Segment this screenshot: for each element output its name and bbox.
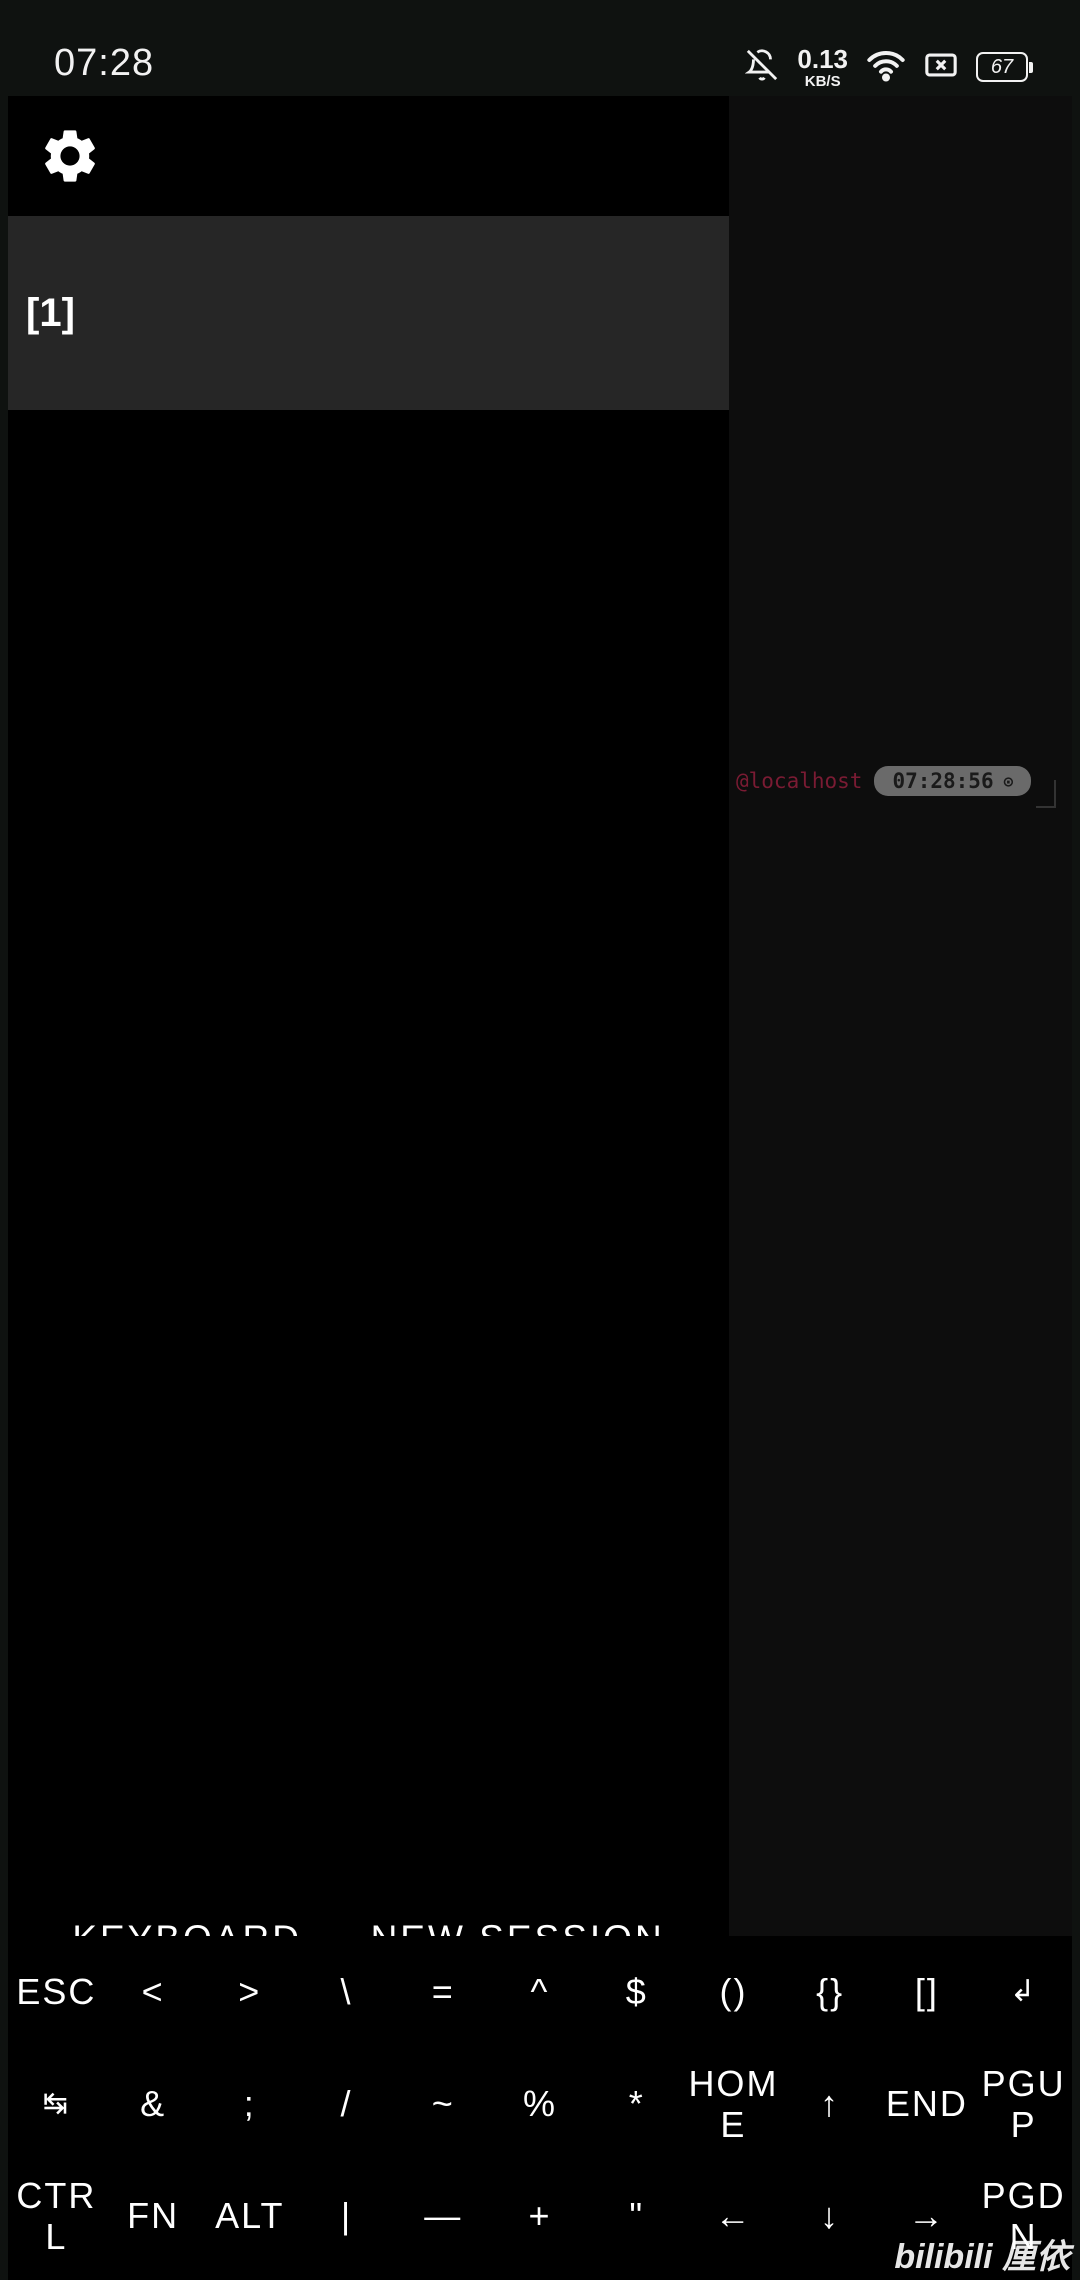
key-greater-than[interactable]: > xyxy=(201,1936,298,2048)
key-esc[interactable]: ESC xyxy=(8,1936,105,2048)
extra-keys-bar: ESC < > \ = ^ $ () {} [] ↲ ↹ & ; / ~ % *… xyxy=(8,1936,1072,2280)
key-tilde[interactable]: ~ xyxy=(395,2048,492,2160)
key-backslash[interactable]: \ xyxy=(298,1936,395,2048)
sim-off-icon xyxy=(924,50,958,85)
network-speed: 0.13 KB/S xyxy=(797,46,848,89)
status-bar: 07:28 0.13 KB/S 67 xyxy=(0,0,1080,96)
key-arrow-down[interactable]: ↓ xyxy=(782,2160,879,2272)
gear-icon[interactable] xyxy=(38,124,102,188)
wifi-icon xyxy=(866,48,906,87)
network-speed-unit: KB/S xyxy=(804,72,841,90)
bell-off-icon xyxy=(744,48,779,87)
key-parentheses[interactable]: () xyxy=(685,1936,782,2048)
bilibili-watermark: bilibili 厘依 xyxy=(894,2238,1070,2276)
key-pipe[interactable]: | xyxy=(298,2160,395,2272)
key-arrow-left[interactable]: ← xyxy=(685,2160,782,2272)
key-enter[interactable]: ↲ xyxy=(975,1936,1072,2048)
key-plus[interactable]: + xyxy=(492,2160,589,2272)
prompt-time: 07:28:56 xyxy=(892,769,994,793)
key-dollar[interactable]: $ xyxy=(588,1936,685,2048)
key-minus[interactable]: — xyxy=(395,2160,492,2272)
key-alt[interactable]: ALT xyxy=(201,2160,298,2272)
terminal-cursor xyxy=(1036,780,1056,808)
key-page-up[interactable]: PGU P xyxy=(975,2048,1072,2160)
battery-icon: 67 xyxy=(976,52,1033,82)
key-braces[interactable]: {} xyxy=(782,1936,879,2048)
network-speed-value: 0.13 xyxy=(797,43,848,74)
key-ctrl[interactable]: CTR L xyxy=(8,2160,105,2272)
key-home[interactable]: HOM E xyxy=(685,2048,782,2160)
key-arrow-up[interactable]: ↑ xyxy=(782,2048,879,2160)
session-label: [1] xyxy=(26,290,75,335)
session-item[interactable]: [1] xyxy=(8,216,729,410)
extra-keys-row-2: ↹ & ; / ~ % * HOM E ↑ END PGU P xyxy=(8,2048,1072,2160)
key-percent[interactable]: % xyxy=(492,2048,589,2160)
drawer-header xyxy=(8,96,729,216)
clock-icon: ⊙ xyxy=(1003,771,1014,791)
key-fn[interactable]: FN xyxy=(105,2160,202,2272)
key-tab[interactable]: ↹ xyxy=(8,2048,105,2160)
session-drawer: [1] KEYBOARD NEW SESSION xyxy=(8,96,729,1959)
status-icons: 0.13 KB/S 67 xyxy=(744,44,1033,90)
key-end[interactable]: END xyxy=(879,2048,976,2160)
key-equals[interactable]: = xyxy=(395,1936,492,2048)
prompt-clock: 07:28:56 ⊙ xyxy=(874,766,1032,796)
key-brackets[interactable]: [] xyxy=(879,1936,976,2048)
key-semicolon[interactable]: ; xyxy=(201,2048,298,2160)
prompt-host: @localhost xyxy=(736,769,863,793)
status-time: 07:28 xyxy=(54,42,155,84)
key-less-than[interactable]: < xyxy=(105,1936,202,2048)
terminal-prompt: @localhost 07:28:56 ⊙ xyxy=(736,766,1032,796)
key-caret[interactable]: ^ xyxy=(492,1936,589,2048)
key-slash[interactable]: / xyxy=(298,2048,395,2160)
key-ampersand[interactable]: & xyxy=(105,2048,202,2160)
key-quote[interactable]: " xyxy=(588,2160,685,2272)
key-asterisk[interactable]: * xyxy=(588,2048,685,2160)
extra-keys-row-1: ESC < > \ = ^ $ () {} [] ↲ xyxy=(8,1936,1072,2048)
